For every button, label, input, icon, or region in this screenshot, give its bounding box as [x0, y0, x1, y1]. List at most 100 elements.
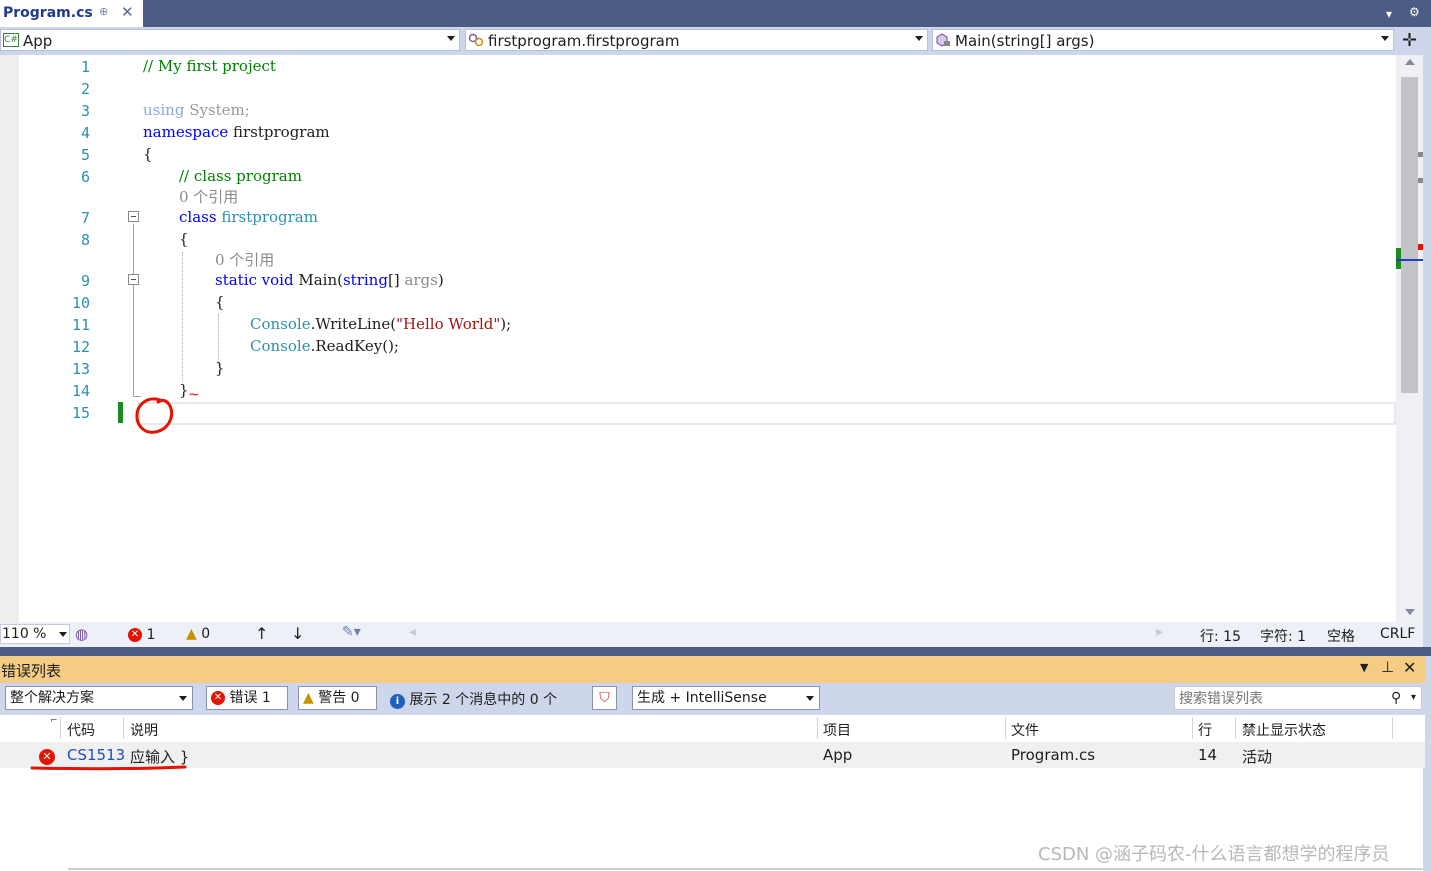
pin-icon[interactable]: ⊥	[1381, 658, 1394, 676]
column-suppression[interactable]: 禁止显示状态	[1242, 720, 1326, 740]
error-icon: ✕	[39, 747, 55, 765]
whitespace-indicator[interactable]: 空格	[1327, 626, 1355, 646]
scope-dropdown[interactable]: 整个解决方案	[5, 686, 193, 710]
error-count[interactable]: ✕ 1	[128, 627, 155, 643]
class-icon	[468, 33, 484, 47]
navigation-bar: C# App firstprogram.firstprogram Main(st…	[0, 27, 1431, 55]
warning-icon: ▲	[303, 690, 314, 706]
tab-dropdown-icon[interactable]: ▾	[1386, 7, 1392, 21]
split-view-icon[interactable]: ✛	[1402, 30, 1417, 51]
warnings-filter-button[interactable]: ▲ 警告 0	[298, 686, 377, 710]
codelens-references[interactable]: 0 个引用	[215, 249, 274, 270]
code-line-1: // My first project	[143, 57, 276, 75]
tab-program-cs[interactable]: Program.cs ⊕ ✕	[0, 0, 143, 29]
class-scope-value: firstprogram.firstprogram	[488, 32, 680, 50]
cleanup-icon[interactable]: ✎▾	[342, 624, 361, 640]
previous-issue-icon[interactable]: ↑	[255, 624, 268, 643]
pane-splitter[interactable]	[0, 647, 1431, 656]
error-row[interactable]: ✕ CS1513 应输入 } App Program.cs 14 活动	[0, 742, 1425, 768]
watermark: CSDN @涵子码农-什么语言都想学的程序员	[1038, 844, 1390, 865]
error-file: Program.cs	[1011, 746, 1096, 764]
code-line-12: Console.ReadKey();	[250, 337, 399, 355]
project-dropdown[interactable]: C# App	[0, 29, 460, 51]
line-number: 6	[80, 168, 90, 186]
scroll-right-icon[interactable]: ▸	[1156, 624, 1163, 640]
column-description[interactable]: 说明	[130, 720, 158, 740]
line-number: 1	[80, 58, 90, 76]
csharp-project-icon: C#	[3, 33, 19, 47]
chevron-down-icon	[915, 36, 923, 41]
line-indicator[interactable]: 行: 15	[1200, 626, 1241, 646]
error-list-toolbar: 整个解决方案 ✕ 错误 1 ▲ 警告 0 i 展示 2 个消息中的 0 个 ⛉ …	[0, 683, 1425, 715]
error-list-column-header: ⌐ 代码 说明 项目 文件 行 禁止显示状态	[0, 715, 1425, 742]
code-line-3: using System;	[143, 101, 250, 119]
chevron-down-icon	[59, 632, 67, 637]
chevron-down-icon	[1381, 36, 1389, 41]
collapse-class-icon[interactable]	[128, 211, 139, 222]
search-options-icon[interactable]: ▾	[1411, 687, 1416, 709]
red-circle-annotation	[135, 397, 174, 434]
chevron-down-icon	[179, 696, 187, 701]
editor-status-bar: 110 % ◍ ✕ 1 ▲ 0 ↑ ↓ ✎▾ ◂ ▸ 行: 15 字符: 1 空…	[0, 622, 1423, 647]
warning-count[interactable]: ▲ 0	[186, 626, 210, 642]
chevron-down-icon	[447, 36, 455, 41]
member-scope-dropdown[interactable]: Main(string[] args)	[932, 29, 1394, 51]
filter-icon[interactable]: ⛉	[592, 686, 617, 710]
messages-filter-button[interactable]: i 展示 2 个消息中的 0 个	[390, 689, 557, 709]
scroll-down-icon[interactable]	[1405, 609, 1415, 615]
column-separator	[1392, 717, 1393, 739]
column-file[interactable]: 文件	[1011, 720, 1039, 740]
error-list-header: 错误列表 ▼ ⊥ ✕	[0, 656, 1425, 683]
column-project[interactable]: 项目	[823, 720, 851, 740]
line-number: 13	[71, 360, 90, 378]
sort-icon[interactable]: ⌐	[50, 716, 58, 726]
close-icon[interactable]: ✕	[1403, 658, 1416, 677]
line-ending-indicator[interactable]: CRLF	[1380, 626, 1415, 642]
scroll-left-icon[interactable]: ◂	[409, 624, 416, 640]
window-menu-icon[interactable]: ▼	[1360, 661, 1368, 674]
intellicode-icon[interactable]: ◍	[75, 625, 88, 643]
column-code[interactable]: 代码	[67, 720, 95, 740]
pin-icon[interactable]: ⊕	[99, 5, 108, 18]
column-separator	[1235, 717, 1236, 739]
line-number: 9	[80, 272, 90, 290]
indent-guide	[182, 252, 183, 382]
close-icon[interactable]: ✕	[121, 3, 134, 21]
code-line-5: {	[143, 145, 153, 163]
bottom-rule	[68, 868, 1423, 870]
search-error-list[interactable]: ⚲ ▾	[1174, 686, 1422, 710]
collapse-method-icon[interactable]	[128, 274, 139, 285]
zoom-value: 110 %	[2, 626, 47, 642]
line-number: 12	[71, 338, 90, 356]
build-filter-dropdown[interactable]: 生成 + IntelliSense	[632, 686, 820, 710]
error-project: App	[823, 746, 853, 764]
tab-title: Program.cs	[3, 5, 93, 21]
project-dropdown-value: App	[23, 32, 53, 50]
class-scope-dropdown[interactable]: firstprogram.firstprogram	[465, 29, 928, 51]
codelens-references[interactable]: 0 个引用	[179, 186, 238, 207]
scroll-up-icon[interactable]	[1405, 59, 1415, 65]
current-line-highlight	[138, 402, 1396, 425]
errors-filter-button[interactable]: ✕ 错误 1	[206, 686, 288, 710]
zoom-dropdown[interactable]: 110 %	[0, 624, 70, 644]
code-line-7: class firstprogram	[179, 208, 318, 226]
line-number: 15	[71, 404, 90, 422]
gear-icon[interactable]: ⚙	[1409, 5, 1420, 19]
code-line-8: {	[179, 230, 189, 248]
error-code-link[interactable]: CS1513	[67, 746, 125, 764]
indent-guide	[218, 314, 219, 364]
column-separator	[1005, 717, 1006, 739]
char-indicator[interactable]: 字符: 1	[1260, 626, 1306, 646]
error-icon: ✕	[128, 628, 142, 642]
next-issue-icon[interactable]: ↓	[291, 624, 304, 643]
info-icon: i	[390, 694, 405, 709]
column-line[interactable]: 行	[1198, 720, 1212, 740]
search-input[interactable]	[1177, 688, 1391, 709]
scroll-thumb[interactable]	[1401, 77, 1418, 393]
line-number: 4	[80, 124, 90, 142]
change-marker	[118, 402, 123, 423]
search-icon[interactable]: ⚲	[1391, 687, 1401, 709]
vertical-scrollbar[interactable]	[1396, 55, 1423, 622]
method-icon	[935, 33, 951, 47]
fold-guide	[133, 224, 134, 396]
